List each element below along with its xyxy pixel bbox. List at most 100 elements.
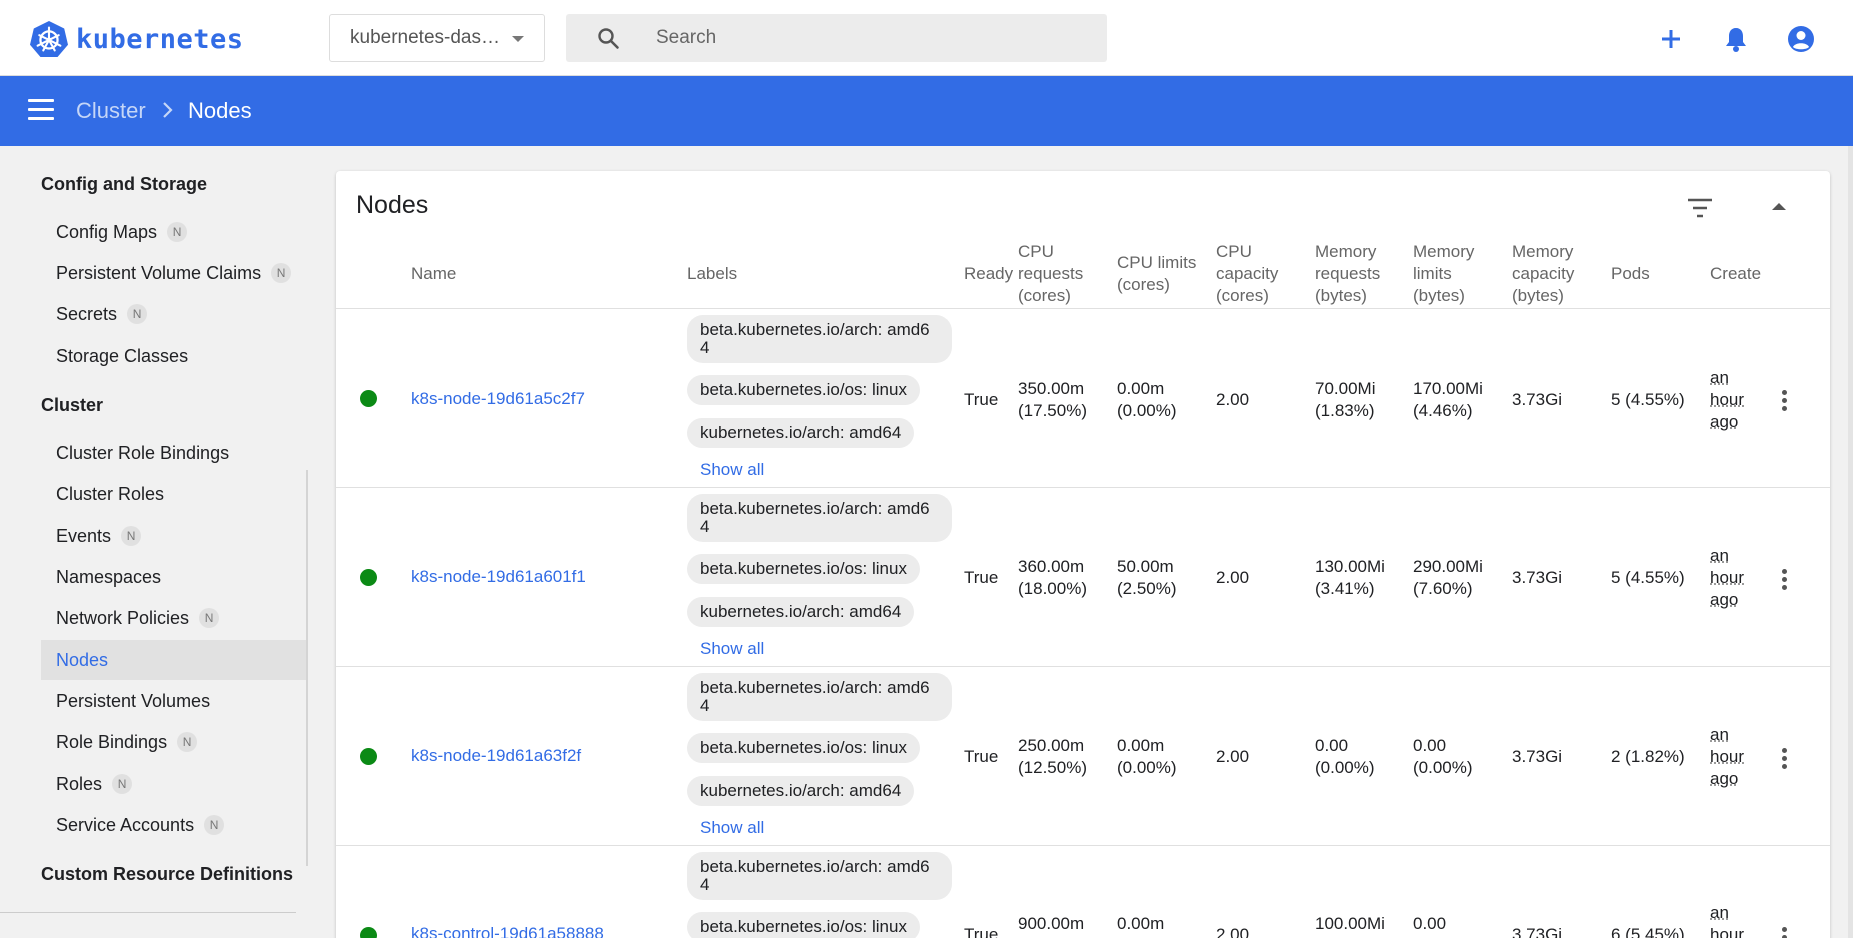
namespace-value: kubernetes-das… <box>350 27 500 48</box>
sidebar-item-nodes[interactable]: Nodes <box>41 640 306 680</box>
ready-status-icon <box>360 748 377 765</box>
column-header-memory-requests: Memory requests (bytes) <box>1315 242 1381 305</box>
search-input[interactable] <box>656 22 1076 54</box>
node-name-link[interactable]: k8s-node-19d61a63f2f <box>411 746 581 766</box>
memory-limits-value: 0.00 (0.00%) <box>1413 736 1473 777</box>
show-all-labels-link[interactable]: Show all <box>700 460 764 480</box>
pods-value: 6 (5.45%) <box>1611 925 1685 938</box>
label-chip: beta.kubernetes.io/arch: amd6 4 <box>687 494 952 542</box>
memory-capacity-value: 3.73Gi <box>1512 747 1563 766</box>
sidebar-group-crd[interactable]: Custom Resource Definitions <box>41 864 293 885</box>
hamburger-menu-icon[interactable] <box>28 99 54 121</box>
memory-limits-value: 0.00 <box>1413 914 1447 933</box>
sidebar-item-events[interactable]: Events N <box>41 516 306 556</box>
search-box <box>566 14 1107 62</box>
account-icon[interactable] <box>1786 24 1816 54</box>
node-name-link[interactable]: k8s-control-19d61a58888 <box>411 924 604 938</box>
cpu-limits-value: 0.00m (0.00%) <box>1117 379 1177 420</box>
created-age: an hour <box>1710 903 1745 938</box>
bell-icon[interactable] <box>1721 24 1751 54</box>
sidebar-item-label: Storage Classes <box>56 345 189 366</box>
ready-value: True <box>964 747 999 766</box>
sidebar-item-service-accounts[interactable]: Service Accounts N <box>41 805 306 845</box>
nodes-card: Nodes Name Labels Ready CPU requests (core… <box>336 171 1830 938</box>
memory-capacity-value: 3.73Gi <box>1512 568 1563 587</box>
show-all-labels-link[interactable]: Show all <box>700 818 764 838</box>
chevron-right-icon <box>163 102 173 118</box>
namespaced-badge: N <box>271 263 292 283</box>
plus-icon[interactable] <box>1656 24 1686 54</box>
cpu-requests-value: 350.00m (17.50%) <box>1018 379 1087 420</box>
column-header-cpu-capacity: CPU capacity (cores) <box>1216 242 1279 305</box>
more-vert-icon[interactable] <box>1782 927 1788 938</box>
sidebar-item-network-policies[interactable]: Network Policies N <box>41 598 306 638</box>
collapse-arrow-icon[interactable] <box>1772 203 1786 210</box>
ready-status-icon <box>360 390 377 407</box>
row-divider <box>336 845 1830 846</box>
label-chip: kubernetes.io/arch: amd64 <box>687 418 915 448</box>
sidebar-item-persistent-volumes[interactable]: Persistent Volumes <box>41 681 306 721</box>
ready-value: True <box>964 390 999 409</box>
column-header-created[interactable]: Create <box>1710 243 1762 305</box>
created-age: an hour ago <box>1710 368 1745 431</box>
sidebar-item-label: Cluster Role Bindings <box>56 442 230 463</box>
sidebar-item-config-maps[interactable]: Config Maps N <box>41 212 306 252</box>
row-divider <box>336 487 1830 488</box>
sidebar-item-cluster-roles[interactable]: Cluster Roles <box>41 474 306 514</box>
memory-capacity-value: 3.73Gi <box>1512 925 1563 938</box>
breadcrumb-cluster[interactable]: Cluster <box>76 98 146 124</box>
memory-requests-value: 0.00 (0.00%) <box>1315 736 1375 777</box>
sidebar-item-label: Secrets <box>56 303 118 324</box>
sidebar-item-persistent-volume-claims[interactable]: Persistent Volume Claims N <box>41 253 306 293</box>
node-name-link[interactable]: k8s-node-19d61a601f1 <box>411 567 586 587</box>
sidebar-scrollbar[interactable] <box>306 470 308 866</box>
namespace-select[interactable]: kubernetes-das… <box>329 14 545 62</box>
sidebar-group-cluster[interactable]: Cluster <box>41 395 103 416</box>
sidebar-item-label: Network Policies <box>56 607 190 628</box>
cpu-limits-value: 0.00m <box>1117 914 1165 933</box>
sidebar-item-namespaces[interactable]: Namespaces <box>41 557 306 597</box>
sidebar-item-cluster-role-bindings[interactable]: Cluster Role Bindings <box>41 433 306 473</box>
label-chip: beta.kubernetes.io/os: linux <box>687 733 920 763</box>
namespaced-badge: N <box>199 608 220 628</box>
column-header-cpu-requests: CPU requests (cores) <box>1018 242 1084 305</box>
more-vert-icon[interactable] <box>1782 390 1788 412</box>
cpu-requests-value: 360.00m (18.00%) <box>1018 557 1087 598</box>
sidebar-item-role-bindings[interactable]: Role Bindings N <box>41 722 306 762</box>
filter-icon[interactable] <box>1686 197 1714 219</box>
kubernetes-logo[interactable]: kubernetes <box>30 20 244 58</box>
row-divider <box>336 666 1830 667</box>
sidebar-item-label: Config Maps <box>56 221 158 242</box>
sidebar-item-label: Namespaces <box>56 566 162 587</box>
more-vert-icon[interactable] <box>1782 748 1788 770</box>
show-all-labels-link[interactable]: Show all <box>700 639 764 659</box>
column-header-name[interactable]: Name <box>411 243 456 305</box>
pods-value: 5 (4.55%) <box>1611 390 1685 409</box>
column-header-labels: Labels <box>687 264 738 283</box>
namespaced-badge: N <box>112 774 133 794</box>
node-name-link[interactable]: k8s-node-19d61a5c2f7 <box>411 389 585 409</box>
created-age: an hour ago <box>1710 546 1745 609</box>
label-chip: beta.kubernetes.io/arch: amd6 4 <box>687 315 952 363</box>
sidebar-item-label: Persistent Volume Claims <box>56 262 262 283</box>
label-chip: beta.kubernetes.io/os: linux <box>687 375 920 405</box>
sidebar-item-label: Roles <box>56 773 103 794</box>
more-vert-icon[interactable] <box>1782 569 1788 591</box>
sidebar-item-label: Persistent Volumes <box>56 690 211 711</box>
label-chip: beta.kubernetes.io/arch: amd6 4 <box>687 673 952 721</box>
sidebar-item-secrets[interactable]: Secrets N <box>41 294 306 334</box>
cpu-capacity-value: 2.00 <box>1216 747 1250 766</box>
column-header-cpu-limits: CPU limits (cores) <box>1117 253 1197 294</box>
memory-requests-value: 100.00Mi <box>1315 914 1385 933</box>
main-scrollbar[interactable] <box>1848 146 1853 938</box>
cpu-requests-value: 250.00m (12.50%) <box>1018 736 1087 777</box>
sidebar-group-config-storage[interactable]: Config and Storage <box>41 174 207 195</box>
namespaced-badge: N <box>204 815 225 835</box>
cpu-limits-value: 0.00m (0.00%) <box>1117 736 1177 777</box>
sidebar-item-label: Events <box>56 525 112 546</box>
sidebar-item-roles[interactable]: Roles N <box>41 764 306 804</box>
breadcrumb-bar: Cluster Nodes <box>0 76 1853 146</box>
caret-down-icon <box>512 36 524 42</box>
ready-status-icon <box>360 927 377 938</box>
sidebar-item-storage-classes[interactable]: Storage Classes <box>41 336 306 376</box>
